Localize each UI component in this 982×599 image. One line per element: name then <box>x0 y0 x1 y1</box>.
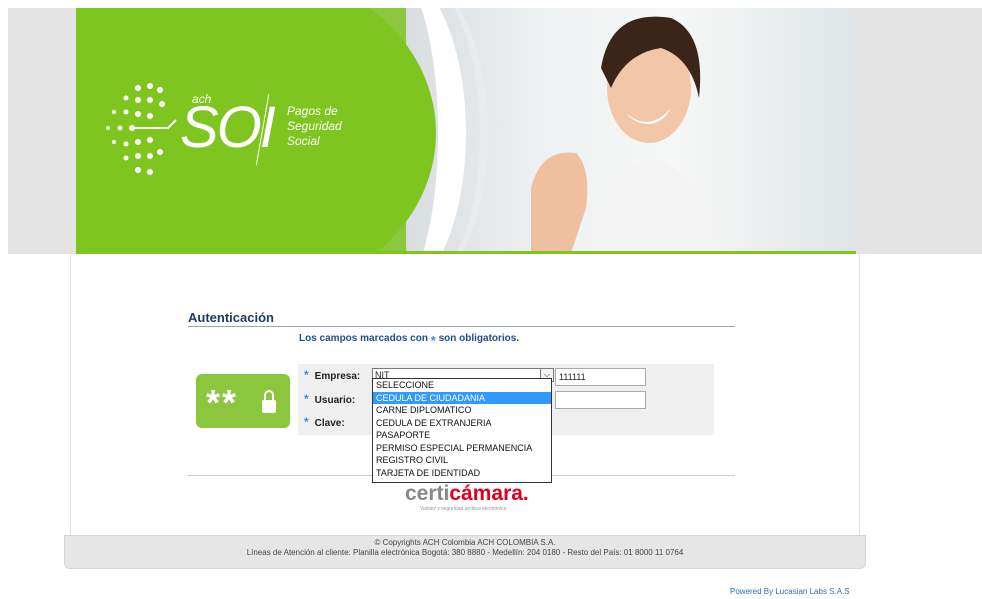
banner-arc-shadow <box>338 8 488 253</box>
required-star-empresa: * <box>304 368 309 382</box>
empresa-id-input[interactable] <box>555 368 646 386</box>
required-note-before: Los campos marcados con <box>299 333 428 344</box>
empresa-row-label: * Empresa: <box>304 368 360 382</box>
login-badge: ** <box>196 374 290 428</box>
title-divider <box>188 326 735 327</box>
usuario-input[interactable] <box>555 391 646 409</box>
option-permiso-especial[interactable]: PERMISO ESPECIAL PERMANENCIA <box>373 442 551 455</box>
woman-photo <box>531 16 721 253</box>
required-star-usuario: * <box>304 392 309 406</box>
document-type-dropdown: SELECCIONE CEDULA DE CIUDADANIA CARNE DI… <box>372 378 552 483</box>
option-cedula-ciudadania[interactable]: CEDULA DE CIUDADANIA <box>373 391 551 404</box>
logo-tagline: Pagos de Seguridad Social <box>287 104 342 148</box>
usuario-row-label: * Usuario: <box>304 392 355 406</box>
required-star-clave: * <box>304 415 309 429</box>
required-star: * <box>430 333 436 348</box>
clave-row-label: * Clave: <box>304 415 345 429</box>
page-footer: © Copyrights ACH Colombia ACH COLOMBIA S… <box>64 535 866 569</box>
footer-copyright: © Copyrights ACH Colombia ACH COLOMBIA S… <box>374 538 556 547</box>
certicamara-logo: certicámara. <box>405 482 529 506</box>
required-note: Los campos marcados con * son obligatori… <box>299 333 519 348</box>
powered-by-link[interactable]: Powered By Lucasian Labs S.A.S <box>730 587 850 596</box>
password-stars-icon: ** <box>206 382 239 423</box>
option-carne-diplomatico[interactable]: CARNE DIPLOMATICO <box>373 404 551 417</box>
usuario-label: Usuario: <box>314 395 356 406</box>
certicamara-part2: cámara. <box>449 482 529 505</box>
footer-support-lines: Líneas de Atención al cliente: Planilla … <box>246 548 684 557</box>
lock-icon <box>262 400 276 413</box>
option-pasaporte[interactable]: PASAPORTE <box>373 429 551 442</box>
option-tarjeta-identidad[interactable]: TARJETA DE IDENTIDAD <box>373 467 551 480</box>
required-note-after: son obligatorios. <box>438 333 520 344</box>
option-seleccione[interactable]: SELECCIONE <box>373 379 551 392</box>
page-title: Autenticación <box>188 310 274 325</box>
clave-label: Clave: <box>314 418 345 429</box>
option-registro-civil[interactable]: REGISTRO CIVIL <box>373 454 551 467</box>
certicamara-subtitle: Validez y seguridad jurídica electrónica <box>420 506 507 512</box>
empresa-label: Empresa: <box>314 371 361 382</box>
certicamara-part1: certi <box>405 482 450 505</box>
logo-soi-text: SOI <box>180 95 276 160</box>
soi-logo-dots <box>106 83 177 175</box>
option-cedula-extranjeria[interactable]: CEDULA DE EXTRANJERIA <box>373 417 551 430</box>
